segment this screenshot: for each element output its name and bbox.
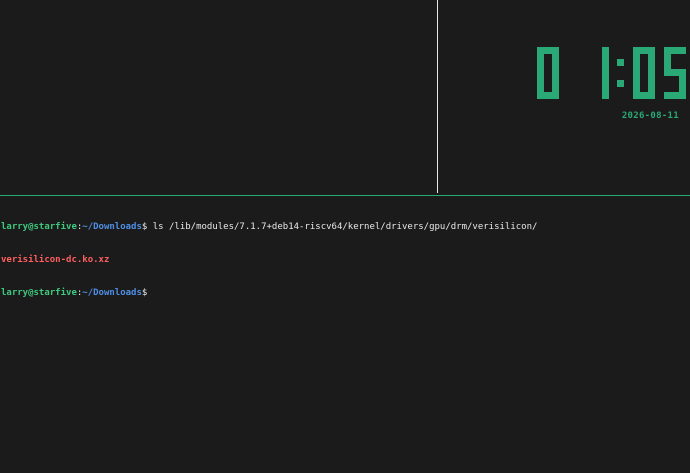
- pane-clock[interactable]: 2026-08-11: [438, 0, 690, 194]
- prompt-path: ~/Downloads: [82, 222, 142, 232]
- clock-hour-ones-digit: [587, 47, 609, 99]
- prompt-symbol: $: [141, 288, 148, 298]
- command-text: ls /lib/modules/7.1.7+deb14-riscv64/kern…: [147, 222, 538, 232]
- pane-terminal[interactable]: larry@starfive:~/Downloads$ ls /lib/modu…: [0, 196, 690, 473]
- output-filename: verisilicon-dc.ko.xz: [1, 255, 110, 265]
- terminal-output[interactable]: larry@starfive:~/Downloads$ ls /lib/modu…: [0, 196, 690, 321]
- pane-top-left[interactable]: [0, 0, 437, 194]
- terminal-line-command: larry@starfive:~/Downloads$ ls /lib/modu…: [1, 222, 690, 233]
- clock-minute-tens-digit: [633, 47, 655, 99]
- clock-display: [537, 47, 686, 99]
- prompt-user-host: larry@starfive: [1, 288, 77, 298]
- terminal-line-prompt[interactable]: larry@starfive:~/Downloads$: [1, 288, 690, 299]
- clock-colon: [617, 47, 624, 99]
- tmux-window: 2026-08-11 larry@starfive:~/Downloads$ l…: [0, 0, 690, 473]
- clock-minute-ones-digit: [664, 47, 686, 99]
- prompt-user-host: larry@starfive: [1, 222, 77, 232]
- clock-date: 2026-08-11: [621, 111, 679, 121]
- terminal-line-output: verisilicon-dc.ko.xz: [1, 255, 690, 266]
- clock-hour-tens-digit: [537, 47, 559, 99]
- prompt-path: ~/Downloads: [82, 288, 142, 298]
